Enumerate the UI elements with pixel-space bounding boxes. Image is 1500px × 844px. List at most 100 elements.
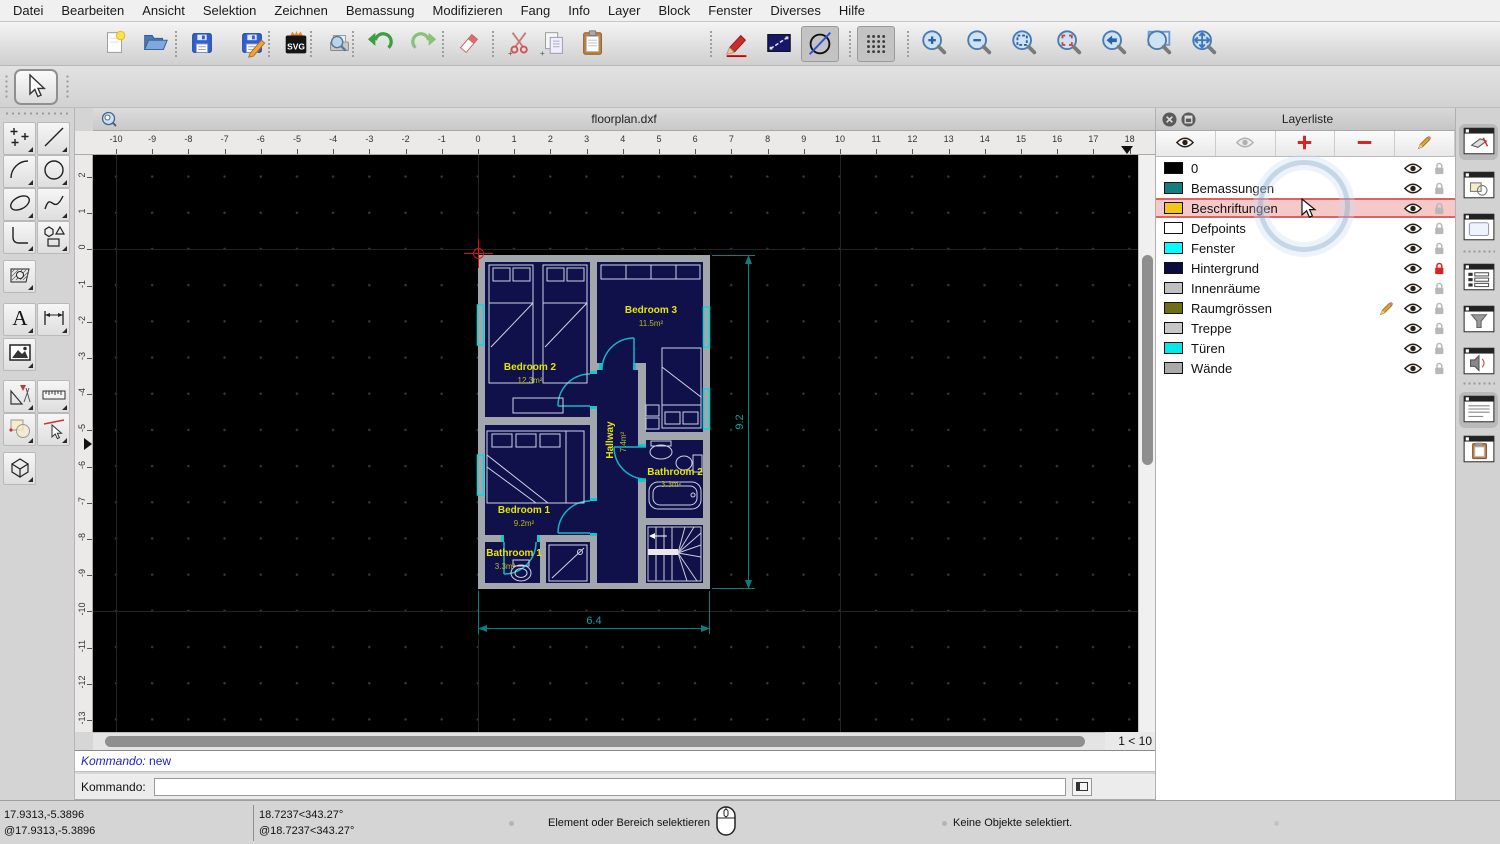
- tool-modify-button[interactable]: [3, 413, 36, 446]
- menu-block[interactable]: Block: [649, 3, 699, 18]
- zoom-selection-button[interactable]: [1050, 26, 1088, 62]
- new-file-button[interactable]: [96, 26, 134, 62]
- toolbar-drag-handle[interactable]: [5, 74, 8, 100]
- menu-layer[interactable]: Layer: [599, 3, 650, 18]
- tool-measure-button[interactable]: [37, 380, 70, 413]
- horizontal-scrollbar[interactable]: [93, 732, 1105, 750]
- layer-row-fenster[interactable]: Fenster: [1156, 238, 1455, 258]
- layer-row-türen[interactable]: Türen: [1156, 338, 1455, 358]
- tool-spline-button[interactable]: [37, 188, 70, 221]
- tool-box3d-button[interactable]: [3, 452, 36, 485]
- layer-row-beschriftungen[interactable]: Beschriftungen: [1156, 198, 1455, 218]
- copy-button[interactable]: +: [534, 26, 572, 62]
- layer-lock-icon[interactable]: [1429, 281, 1449, 296]
- line-rectangle-button[interactable]: [760, 26, 798, 62]
- layer-row-bemassungen[interactable]: Bemassungen: [1156, 178, 1455, 198]
- menu-modifizieren[interactable]: Modifizieren: [424, 3, 512, 18]
- tool-shapes-button[interactable]: [37, 221, 70, 254]
- menu-info[interactable]: Info: [559, 3, 599, 18]
- layer-visibility-eye-icon[interactable]: [1403, 242, 1423, 255]
- layer-lock-icon[interactable]: [1429, 161, 1449, 176]
- horizontal-scrollbar-thumb[interactable]: [105, 736, 1085, 747]
- layer-visibility-eye-icon[interactable]: [1403, 182, 1423, 195]
- undo-button[interactable]: [362, 26, 400, 62]
- tool-image-button[interactable]: [3, 338, 36, 371]
- selection-pointer-button[interactable]: [14, 69, 58, 105]
- layer-lock-icon[interactable]: [1429, 361, 1449, 376]
- layer-visibility-eye-icon[interactable]: [1403, 202, 1423, 215]
- layer-lock-icon[interactable]: [1429, 261, 1449, 276]
- dock-command-line-button[interactable]: [1459, 344, 1498, 380]
- dock-property-editor-button[interactable]: [1459, 260, 1498, 296]
- vertical-scrollbar-thumb[interactable]: [1142, 255, 1153, 465]
- layer-lock-icon[interactable]: [1429, 301, 1449, 316]
- dock-selection-info-button[interactable]: [1459, 392, 1498, 428]
- zoom-out-button[interactable]: [960, 26, 998, 62]
- layer-visibility-eye-icon[interactable]: [1403, 362, 1423, 375]
- layer-row-treppe[interactable]: Treppe: [1156, 318, 1455, 338]
- layer-visibility-eye-icon[interactable]: [1403, 282, 1423, 295]
- zoom-auto-button[interactable]: [1005, 26, 1043, 62]
- toolbar-drag-handle[interactable]: [66, 74, 69, 100]
- open-file-button[interactable]: [136, 26, 174, 62]
- layer-visibility-eye-icon[interactable]: [1403, 222, 1423, 235]
- menu-bemassung[interactable]: Bemassung: [337, 3, 424, 18]
- menu-hilfe[interactable]: Hilfe: [830, 3, 874, 18]
- grid-button[interactable]: [857, 26, 895, 62]
- tool-points-button[interactable]: [3, 122, 36, 155]
- close-icon[interactable]: [1162, 111, 1177, 127]
- layer-row-0[interactable]: 0: [1156, 158, 1455, 178]
- tool-line-button[interactable]: [37, 122, 70, 155]
- dock-block-list-button[interactable]: [1459, 168, 1498, 204]
- tool-ellipse-button[interactable]: [3, 188, 36, 221]
- command-options-button[interactable]: [1071, 777, 1092, 796]
- palette-drag-handle[interactable]: [4, 112, 68, 115]
- dock-clipboard-panel-button[interactable]: [1459, 432, 1498, 468]
- layer-visibility-eye-icon[interactable]: [1403, 322, 1423, 335]
- erase-button[interactable]: [450, 26, 488, 62]
- layer-lock-icon[interactable]: [1429, 201, 1449, 216]
- menu-zeichnen[interactable]: Zeichnen: [265, 3, 336, 18]
- zoom-in-button[interactable]: [915, 26, 953, 62]
- menu-ansicht[interactable]: Ansicht: [133, 3, 194, 18]
- save-as-button[interactable]: [233, 26, 271, 62]
- layer-visibility-eye-icon[interactable]: [1403, 262, 1423, 275]
- layer-lock-icon[interactable]: [1429, 221, 1449, 236]
- redo-button[interactable]: [404, 26, 442, 62]
- edit-layer-button[interactable]: [1395, 131, 1455, 156]
- zoom-previous-button[interactable]: [1095, 26, 1133, 62]
- menu-fenster[interactable]: Fenster: [699, 3, 761, 18]
- menu-fang[interactable]: Fang: [512, 3, 560, 18]
- pan-button[interactable]: [1185, 26, 1223, 62]
- menu-diverses[interactable]: Diverses: [761, 3, 830, 18]
- command-input[interactable]: [153, 777, 1066, 796]
- vertical-scrollbar[interactable]: [1138, 155, 1155, 732]
- layer-row-raumgrössen[interactable]: Raumgrössen: [1156, 298, 1455, 318]
- layer-visibility-eye-icon[interactable]: [1403, 162, 1423, 175]
- layer-lock-icon[interactable]: [1429, 241, 1449, 256]
- hide-all-button[interactable]: [1215, 131, 1276, 156]
- layer-row-hintergrund[interactable]: Hintergrund: [1156, 258, 1455, 278]
- layer-row-innenräume[interactable]: Innenräume: [1156, 278, 1455, 298]
- layer-visibility-eye-icon[interactable]: [1403, 342, 1423, 355]
- menu-datei[interactable]: Datei: [4, 3, 52, 18]
- tool-text-button[interactable]: A: [3, 303, 36, 336]
- paste-button[interactable]: [574, 26, 612, 62]
- save-button[interactable]: [183, 26, 221, 62]
- menu-selektion[interactable]: Selektion: [194, 3, 265, 18]
- tool-polyline-button[interactable]: [3, 221, 36, 254]
- layer-row-wände[interactable]: Wände: [1156, 358, 1455, 378]
- add-layer-button[interactable]: [1275, 131, 1336, 156]
- zoom-window-button[interactable]: [1140, 26, 1178, 62]
- detach-icon[interactable]: [1181, 111, 1196, 127]
- tool-snap-select-button[interactable]: [37, 413, 70, 446]
- circle-tool-button[interactable]: [801, 26, 839, 62]
- layer-row-defpoints[interactable]: Defpoints: [1156, 218, 1455, 238]
- dock-selection-filter-button[interactable]: [1459, 302, 1498, 338]
- tool-circle-button[interactable]: [37, 155, 70, 188]
- layer-lock-icon[interactable]: [1429, 181, 1449, 196]
- layer-visibility-eye-icon[interactable]: [1403, 302, 1423, 315]
- dock-layer-list-button[interactable]: [1459, 124, 1498, 160]
- layer-lock-icon[interactable]: [1429, 321, 1449, 336]
- remove-layer-button[interactable]: [1335, 131, 1396, 156]
